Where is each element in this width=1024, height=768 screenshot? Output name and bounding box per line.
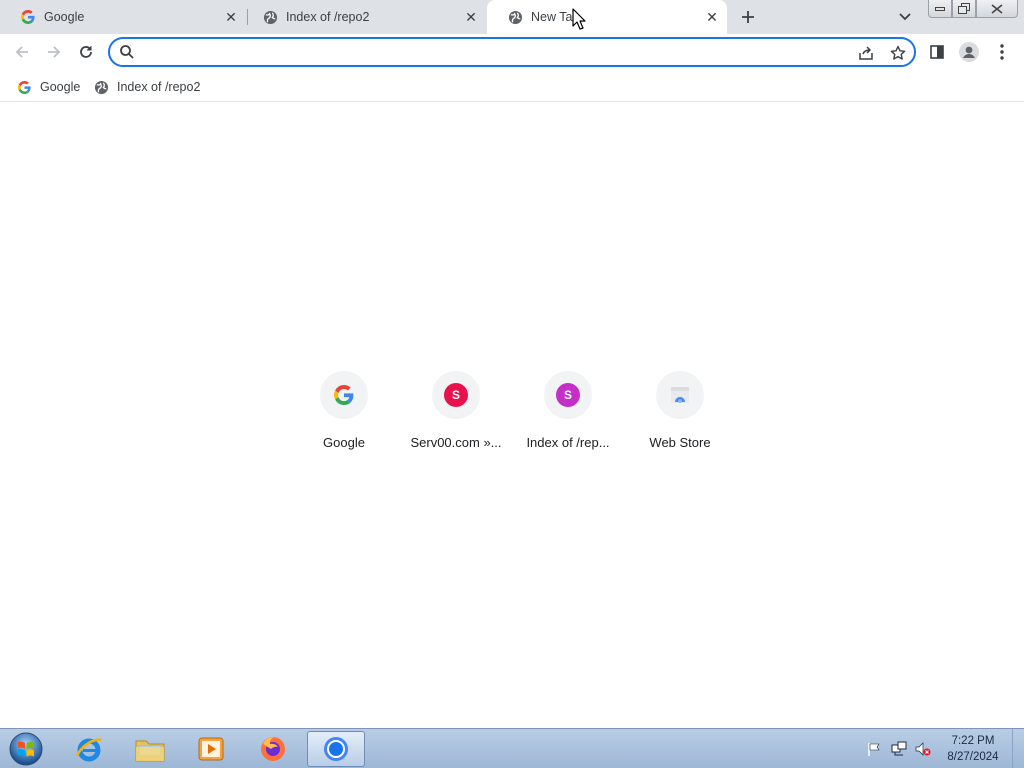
shortcut-icon-circle: S [432, 371, 480, 419]
close-tab-icon[interactable]: ✕ [222, 8, 240, 26]
shortcut-icon-circle [656, 371, 704, 419]
globe-icon [262, 9, 278, 25]
address-input[interactable] [142, 42, 842, 62]
globe-icon [93, 79, 109, 95]
shortcut-label: Google [323, 435, 365, 450]
bookmarks-bar: Google Index of /repo2 [0, 71, 1024, 102]
address-bar[interactable] [108, 37, 916, 67]
tab-index-of-repo2[interactable]: Index of /repo2 ✕ [242, 0, 486, 34]
taskbar-internet-explorer[interactable] [60, 731, 118, 767]
new-tab-button[interactable] [737, 6, 759, 28]
share-icon[interactable] [856, 43, 876, 63]
new-tab-page: Google S Serv00.com »... S Index of /rep… [0, 103, 1024, 728]
tab-title: Google [44, 10, 85, 24]
media-player-icon [198, 737, 224, 761]
taskbar-file-explorer[interactable] [121, 731, 179, 767]
bookmark-label: Google [40, 80, 81, 94]
toolbar [0, 34, 1024, 71]
windows-start-orb-icon [9, 732, 43, 766]
close-icon [991, 3, 1003, 14]
close-window-button[interactable] [976, 0, 1018, 18]
tab-strip: Google ✕ Index of /repo2 ✕ New Tab ✕ [0, 0, 1024, 34]
shortcut-label: Web Store [649, 435, 711, 450]
bookmark-label: Index of /repo2 [117, 80, 201, 94]
firefox-icon [261, 737, 285, 761]
start-button[interactable] [6, 730, 46, 768]
reload-button[interactable] [72, 38, 100, 66]
tab-title: Index of /repo2 [286, 10, 370, 24]
profile-button[interactable] [955, 38, 983, 66]
restore-button[interactable] [952, 0, 976, 18]
plus-icon [742, 11, 754, 23]
shortcut-label: Serv00.com »... [410, 435, 502, 450]
shortcut-web-store[interactable]: Web Store [624, 371, 736, 467]
shortcut-serv00[interactable]: S Serv00.com »... [400, 371, 512, 467]
taskbar-media-player[interactable] [182, 731, 240, 767]
bookmark-star-icon[interactable] [888, 43, 908, 63]
letter-s-icon: S [556, 383, 580, 407]
web-store-icon [671, 387, 689, 403]
avatar-icon [959, 42, 979, 62]
tab-search-button[interactable] [895, 7, 915, 27]
arrow-left-icon [15, 46, 28, 58]
shortcut-icon-circle: S [544, 371, 592, 419]
tab-title: New Tab [531, 10, 580, 24]
shortcut-index-of-repo[interactable]: S Index of /rep... [512, 371, 624, 467]
taskbar-clock[interactable]: 7:22 PM 8/27/2024 [940, 733, 1006, 765]
google-g-icon [334, 385, 354, 405]
menu-button[interactable] [988, 38, 1016, 66]
google-g-icon [16, 79, 32, 95]
chrome-icon [324, 737, 348, 761]
globe-icon [507, 9, 523, 25]
volume-muted-icon[interactable] [915, 741, 931, 757]
bookmark-index-of-repo2[interactable]: Index of /repo2 [89, 76, 204, 98]
minimize-icon [935, 6, 945, 11]
action-center-flag-icon[interactable] [866, 741, 882, 757]
side-panel-icon [930, 45, 944, 59]
shortcut-icon-circle [320, 371, 368, 419]
clock-time: 7:22 PM [951, 735, 995, 747]
taskbar-firefox[interactable] [244, 731, 302, 767]
shortcut-google[interactable]: Google [288, 371, 400, 467]
close-tab-icon[interactable]: ✕ [703, 8, 721, 26]
network-icon[interactable] [891, 741, 907, 757]
bookmark-google[interactable]: Google [12, 76, 84, 98]
search-icon [120, 45, 134, 59]
chevron-down-icon [899, 13, 911, 21]
arrow-right-icon [48, 46, 61, 58]
shortcut-label: Index of /rep... [526, 435, 610, 450]
reload-icon [80, 46, 92, 58]
folder-icon [135, 740, 165, 762]
taskbar-chrome[interactable] [307, 731, 365, 767]
letter-s-icon: S [444, 383, 468, 407]
clock-date: 8/27/2024 [947, 751, 999, 763]
show-desktop-button[interactable] [1012, 729, 1024, 768]
mouse-cursor-icon [572, 8, 586, 30]
internet-explorer-icon [75, 738, 102, 762]
kebab-menu-icon [1000, 44, 1004, 60]
forward-button[interactable] [40, 38, 68, 66]
tab-google[interactable]: Google ✕ [0, 0, 246, 34]
back-button[interactable] [8, 38, 36, 66]
tab-new-tab[interactable]: New Tab ✕ [487, 0, 727, 34]
close-tab-icon[interactable]: ✕ [462, 8, 480, 26]
side-panel-button[interactable] [923, 38, 951, 66]
google-g-icon [20, 9, 36, 25]
minimize-button[interactable] [928, 0, 952, 18]
taskbar: 7:22 PM 8/27/2024 [0, 728, 1024, 768]
restore-icon [958, 3, 970, 14]
